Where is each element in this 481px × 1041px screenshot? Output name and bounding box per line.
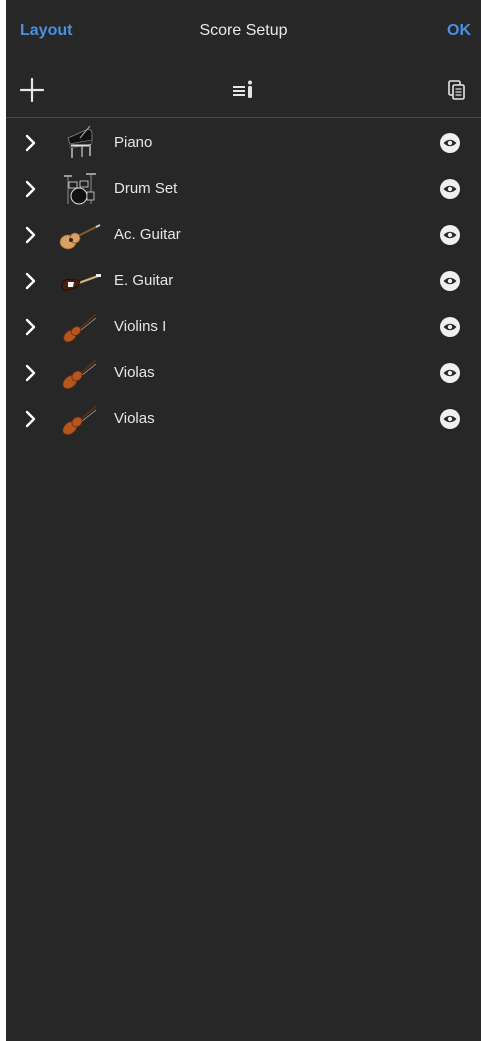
drum-set-icon <box>56 170 102 208</box>
instrument-row[interactable]: Violas <box>6 350 481 396</box>
add-instrument-button[interactable] <box>14 72 50 108</box>
list-info-icon <box>233 80 252 98</box>
toolbar-divider <box>6 117 481 118</box>
ok-button[interactable]: OK <box>447 22 471 40</box>
eye-icon[interactable] <box>439 270 461 292</box>
chevron-right-icon[interactable] <box>20 224 42 246</box>
copy-button[interactable] <box>439 72 475 108</box>
score-setup-panel: Layout Score Setup OK Piano Drum Set Ac.… <box>6 0 481 1041</box>
viola-icon <box>56 400 102 438</box>
violin-icon <box>56 308 102 346</box>
instrument-name: Ac. Guitar <box>114 226 181 243</box>
copy-document-icon <box>448 80 465 100</box>
instrument-row[interactable]: Piano <box>6 120 481 166</box>
instrument-row[interactable]: Drum Set <box>6 166 481 212</box>
page-title: Score Setup <box>199 22 288 39</box>
toolbar <box>6 64 481 116</box>
instrument-name: E. Guitar <box>114 272 174 289</box>
eye-icon[interactable] <box>439 178 461 200</box>
eye-icon[interactable] <box>439 408 461 430</box>
instrument-name: Violins I <box>114 318 167 335</box>
eye-icon[interactable] <box>439 132 461 154</box>
navigation-bar: Layout Score Setup OK <box>6 0 481 64</box>
chevron-right-icon[interactable] <box>20 178 42 200</box>
chevron-right-icon[interactable] <box>20 362 42 384</box>
viola-icon <box>56 354 102 392</box>
instrument-info-button[interactable] <box>226 72 262 108</box>
chevron-right-icon[interactable] <box>20 270 42 292</box>
instrument-row[interactable]: Violas <box>6 396 481 442</box>
grand-piano-icon <box>56 124 102 162</box>
acoustic-guitar-icon <box>56 216 102 254</box>
chevron-right-icon[interactable] <box>20 316 42 338</box>
instrument-name: Violas <box>114 410 155 427</box>
plus-icon <box>19 77 45 103</box>
instrument-row[interactable]: Ac. Guitar <box>6 212 481 258</box>
instrument-name: Drum Set <box>114 180 178 197</box>
eye-icon[interactable] <box>439 362 461 384</box>
chevron-right-icon[interactable] <box>20 132 42 154</box>
instrument-name: Violas <box>114 364 155 381</box>
instrument-row[interactable]: E. Guitar <box>6 258 481 304</box>
instrument-list: Piano Drum Set Ac. Guitar E. Guitar Viol… <box>6 120 481 442</box>
eye-icon[interactable] <box>439 316 461 338</box>
instrument-row[interactable]: Violins I <box>6 304 481 350</box>
electric-guitar-icon <box>56 262 102 300</box>
instrument-name: Piano <box>114 134 153 151</box>
eye-icon[interactable] <box>439 224 461 246</box>
chevron-right-icon[interactable] <box>20 408 42 430</box>
